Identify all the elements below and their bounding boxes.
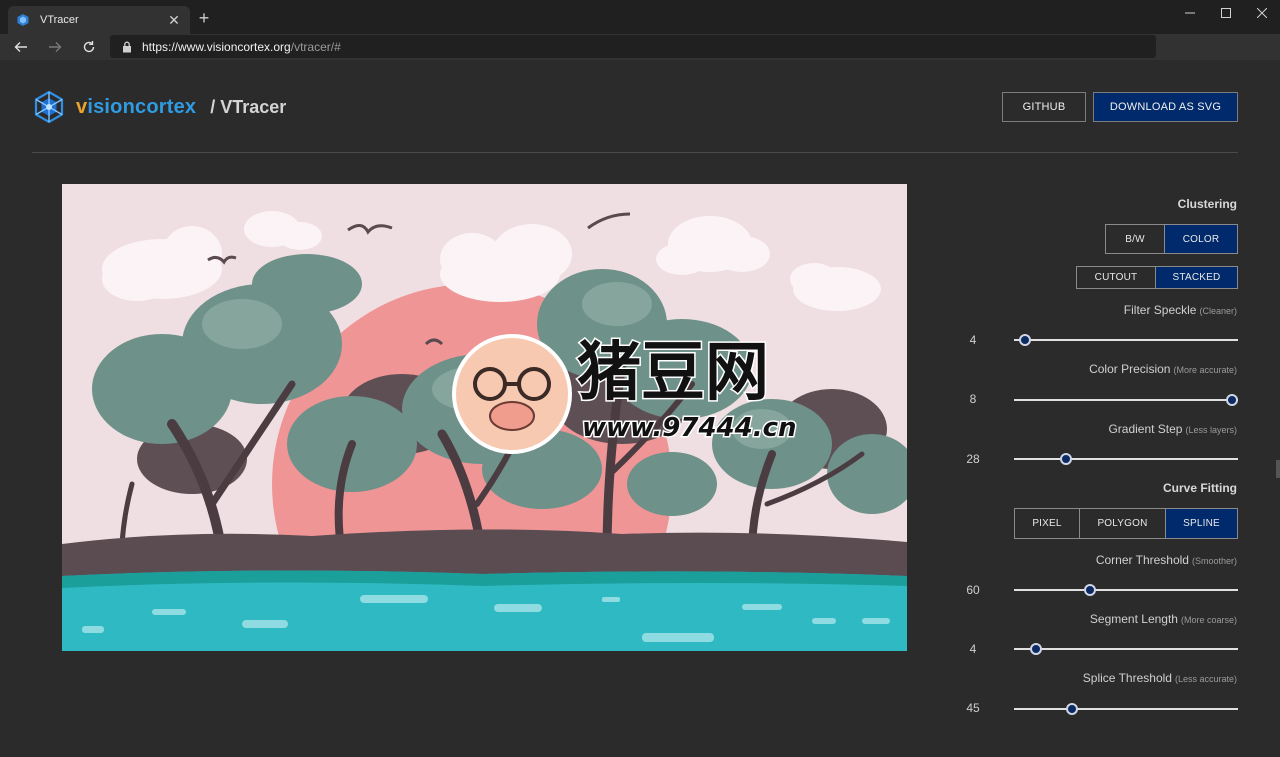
url-host: https://www.visioncortex.org bbox=[142, 39, 291, 54]
download-svg-button[interactable]: DOWNLOAD AS SVG bbox=[1093, 92, 1238, 122]
slider-thumb[interactable] bbox=[1019, 334, 1032, 346]
url-path: /vtracer/# bbox=[290, 39, 341, 54]
watermark-url-text: www.97444.cn bbox=[582, 413, 797, 443]
segment-length-label: Segment Length (More coarse) bbox=[1089, 612, 1237, 626]
color-mode-toggle: B/W COLOR bbox=[1105, 224, 1238, 254]
header-divider bbox=[32, 152, 1238, 153]
polygon-option[interactable]: POLYGON bbox=[1080, 509, 1166, 538]
brand-name: visioncortex bbox=[76, 95, 197, 118]
corner-threshold-value: 60 bbox=[966, 583, 980, 597]
curve-mode-toggle: PIXEL POLYGON SPLINE bbox=[1014, 508, 1238, 539]
slider-thumb[interactable] bbox=[1066, 703, 1079, 715]
back-arrow-icon[interactable] bbox=[10, 37, 32, 57]
page-content: visioncortex / VTracer GITHUB DOWNLOAD A… bbox=[0, 60, 1280, 757]
segment-length-slider[interactable] bbox=[1014, 643, 1238, 655]
lock-icon bbox=[123, 41, 131, 52]
pixel-option[interactable]: PIXEL bbox=[1015, 509, 1080, 538]
new-tab-button[interactable]: + bbox=[194, 8, 214, 28]
watermark-cn-text: 猪豆网 bbox=[577, 336, 769, 410]
splice-threshold-value: 45 bbox=[966, 701, 980, 715]
bw-option[interactable]: B/W bbox=[1106, 225, 1165, 253]
reload-icon[interactable] bbox=[78, 37, 100, 57]
forward-arrow-icon[interactable] bbox=[44, 37, 66, 57]
hierarchy-toggle: CUTOUT STACKED bbox=[1076, 266, 1238, 289]
tab-close-icon[interactable]: ✕ bbox=[166, 12, 182, 29]
close-icon[interactable] bbox=[1244, 0, 1280, 26]
github-button[interactable]: GITHUB bbox=[1002, 92, 1086, 122]
gradient-step-slider[interactable] bbox=[1014, 453, 1238, 465]
cutout-option[interactable]: CUTOUT bbox=[1077, 267, 1156, 288]
watermark-pig-icon bbox=[452, 334, 572, 454]
slider-thumb[interactable] bbox=[1059, 453, 1072, 465]
color-precision-label: Color Precision (More accurate) bbox=[1089, 362, 1237, 376]
svg-canvas[interactable]: 猪豆网 www.97444.cn bbox=[62, 184, 907, 651]
visioncortex-logo-icon bbox=[34, 90, 64, 124]
clustering-title: Clustering bbox=[1177, 197, 1237, 211]
vtracer-favicon-icon bbox=[17, 14, 29, 26]
color-option[interactable]: COLOR bbox=[1165, 225, 1237, 253]
gradient-step-value: 28 bbox=[966, 452, 980, 466]
corner-threshold-slider[interactable] bbox=[1014, 584, 1238, 596]
filter-speckle-value: 4 bbox=[969, 333, 977, 347]
slider-thumb[interactable] bbox=[1226, 394, 1238, 406]
splice-threshold-label: Splice Threshold (Less accurate) bbox=[1082, 671, 1237, 685]
minimize-icon[interactable] bbox=[1172, 0, 1208, 26]
tab-title: VTracer bbox=[40, 14, 79, 26]
slider-thumb[interactable] bbox=[1030, 643, 1043, 655]
segment-length-value: 4 bbox=[969, 642, 977, 656]
gradient-step-label: Gradient Step (Less layers) bbox=[1108, 422, 1237, 436]
filter-speckle-slider[interactable] bbox=[1014, 334, 1238, 346]
color-precision-slider[interactable] bbox=[1014, 394, 1238, 406]
stacked-option[interactable]: STACKED bbox=[1156, 267, 1237, 288]
brand[interactable]: visioncortex / VTracer bbox=[32, 90, 286, 124]
maximize-icon[interactable] bbox=[1208, 0, 1244, 26]
traced-landscape-image: 猪豆网 www.97444.cn bbox=[62, 184, 907, 651]
filter-speckle-label: Filter Speckle (Cleaner) bbox=[1123, 303, 1237, 317]
address-bar: https://www.visioncortex.org/vtracer/# bbox=[0, 34, 1280, 60]
spline-option[interactable]: SPLINE bbox=[1166, 509, 1237, 538]
product-title: / VTracer bbox=[210, 96, 287, 117]
browser-tab-bar: VTracer ✕ + bbox=[0, 0, 1280, 34]
scrollbar-handle[interactable] bbox=[1276, 460, 1280, 478]
url-input[interactable]: https://www.visioncortex.org/vtracer/# bbox=[110, 35, 1156, 58]
browser-tab[interactable]: VTracer ✕ bbox=[8, 6, 190, 34]
slider-thumb[interactable] bbox=[1084, 584, 1097, 596]
color-precision-value: 8 bbox=[969, 392, 977, 406]
curve-fitting-title: Curve Fitting bbox=[1163, 481, 1237, 495]
corner-threshold-label: Corner Threshold (Smoother) bbox=[1095, 553, 1237, 567]
splice-threshold-slider[interactable] bbox=[1014, 703, 1238, 715]
